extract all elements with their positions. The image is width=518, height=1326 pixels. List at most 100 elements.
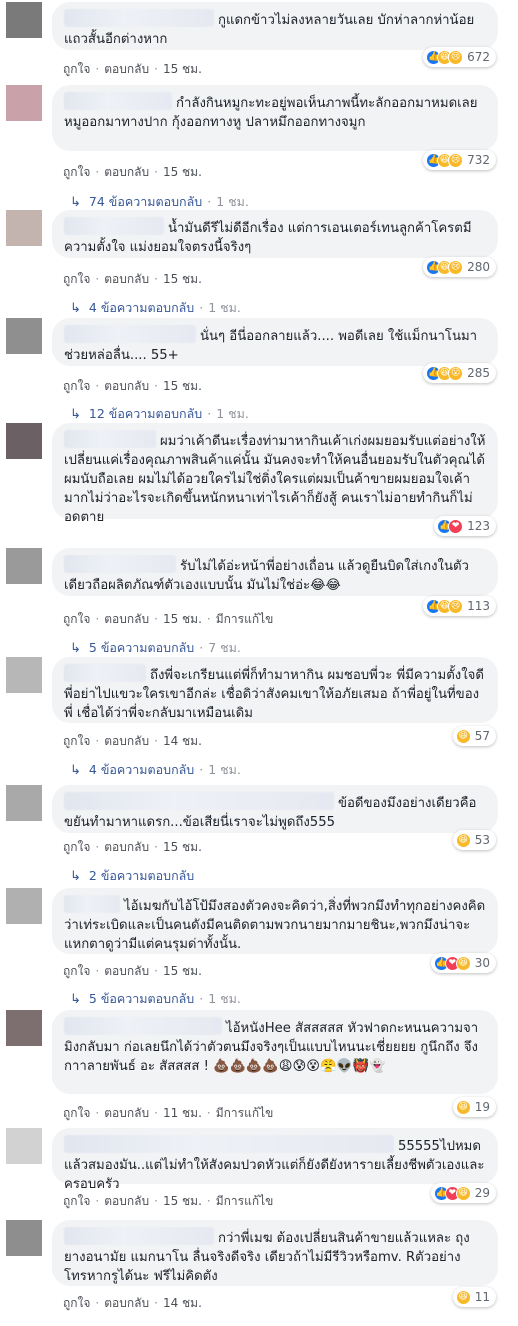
reaction-summary[interactable]: 👍 😆 😮 285: [423, 363, 496, 383]
blurred-author-name[interactable]: [64, 555, 176, 573]
separator: ·: [154, 734, 158, 748]
reaction-summary[interactable]: 😆 57: [452, 726, 496, 746]
view-replies-link[interactable]: ↳ 12 ข้อความตอบกลับ · 1 ชม.: [70, 404, 249, 424]
reply-link[interactable]: ตอบกลับ: [104, 62, 149, 76]
replies-count-label[interactable]: 74 ข้อความตอบกลับ: [89, 194, 202, 209]
avatar[interactable]: [6, 2, 42, 38]
reply-arrow-icon: ↳: [70, 641, 81, 656]
blurred-author-name[interactable]: [64, 895, 120, 913]
reply-link[interactable]: ตอบกลับ: [104, 1194, 149, 1208]
replies-count-label[interactable]: 5 ข้อความตอบกลับ: [89, 991, 194, 1006]
timestamp[interactable]: 15 ชม.: [163, 840, 202, 854]
reaction-summary[interactable]: 👍 😆 😢 280: [423, 257, 496, 277]
reply-arrow-icon: ↳: [70, 407, 81, 422]
replies-count-label[interactable]: 5 ข้อความตอบกลับ: [89, 640, 194, 655]
comment-bubble: น้ำมันดีรึไม่ดีอีกเรื่อง แต่การเอนเตอร์เ…: [52, 210, 498, 258]
reaction-summary[interactable]: 👍 ❤ 123: [434, 516, 496, 536]
replies-count-label[interactable]: 4 ข้อความตอบกลับ: [89, 300, 194, 315]
reply-link[interactable]: ตอบกลับ: [104, 734, 149, 748]
comment-actions: ถูกใจ · ตอบกลับ · 15 ชม. · มีการแก้ไข: [63, 1192, 273, 1211]
comment-actions: ถูกใจ · ตอบกลับ · 15 ชม.: [63, 163, 202, 182]
avatar[interactable]: [6, 423, 42, 459]
timestamp[interactable]: 15 ชม.: [163, 1194, 202, 1208]
timestamp[interactable]: 15 ชม.: [163, 612, 202, 626]
like-link[interactable]: ถูกใจ: [63, 1106, 90, 1120]
blurred-author-name[interactable]: [64, 92, 172, 110]
separator: ·: [95, 1194, 100, 1208]
comment-text: ไอ้หนังHee สัสสสสส หัวฟาดกะหนนความจามิงก…: [64, 1017, 486, 1076]
view-replies-link[interactable]: ↳ 5 ข้อความตอบกลับ · 7 ชม.: [70, 638, 241, 658]
like-link[interactable]: ถูกใจ: [63, 734, 90, 748]
reaction-summary[interactable]: 😆 11: [452, 1287, 496, 1307]
reply-link[interactable]: ตอบกลับ: [104, 612, 149, 626]
like-link[interactable]: ถูกใจ: [63, 612, 90, 626]
blurred-author-name[interactable]: [64, 430, 156, 448]
timestamp[interactable]: 15 ชม.: [163, 165, 202, 179]
avatar[interactable]: [6, 785, 42, 821]
reply-link[interactable]: ตอบกลับ: [104, 165, 149, 179]
like-link[interactable]: ถูกใจ: [63, 1296, 90, 1310]
avatar[interactable]: [6, 1220, 42, 1256]
blurred-author-name[interactable]: [64, 217, 164, 235]
avatar[interactable]: [6, 85, 42, 121]
like-link[interactable]: ถูกใจ: [63, 840, 90, 854]
replies-count-label[interactable]: 12 ข้อความตอบกลับ: [89, 406, 202, 421]
replies-count-label[interactable]: 4 ข้อความตอบกลับ: [89, 762, 194, 777]
view-replies-link[interactable]: ↳ 4 ข้อความตอบกลับ · 1 ชม.: [70, 760, 241, 780]
reaction-summary[interactable]: 👍 ❤ 😆 30: [430, 953, 496, 973]
reaction-summary[interactable]: 😆 19: [452, 1097, 496, 1117]
reply-link[interactable]: ตอบกลับ: [104, 840, 149, 854]
blurred-author-name[interactable]: [64, 1135, 394, 1153]
like-link[interactable]: ถูกใจ: [63, 379, 90, 393]
edited-label[interactable]: มีการแก้ไข: [216, 1194, 274, 1208]
avatar[interactable]: [6, 1010, 42, 1046]
view-replies-link[interactable]: ↳ 4 ข้อความตอบกลับ · 1 ชม.: [70, 298, 241, 318]
blurred-author-name[interactable]: [64, 9, 214, 27]
separator: ·: [154, 840, 158, 854]
blurred-author-name[interactable]: [64, 792, 334, 810]
reply-link[interactable]: ตอบกลับ: [104, 1296, 149, 1310]
blurred-author-name[interactable]: [64, 1227, 214, 1245]
timestamp[interactable]: 15 ชม.: [163, 272, 202, 286]
blurred-author-name[interactable]: [64, 664, 146, 682]
timestamp[interactable]: 14 ชม.: [163, 734, 202, 748]
view-replies-link[interactable]: ↳ 2 ข้อความตอบกลับ: [70, 866, 194, 886]
reaction-count: 732: [467, 153, 490, 167]
reaction-summary[interactable]: 👍 ❤ 😆 29: [430, 1183, 496, 1203]
reply-link[interactable]: ตอบกลับ: [104, 1106, 149, 1120]
timestamp[interactable]: 15 ชม.: [163, 964, 202, 978]
reaction-summary[interactable]: 👍 😆 😢 113: [423, 596, 496, 616]
reply-link[interactable]: ตอบกลับ: [104, 272, 149, 286]
separator: ·: [154, 379, 158, 393]
like-link[interactable]: ถูกใจ: [63, 165, 90, 179]
reply-link[interactable]: ตอบกลับ: [104, 964, 149, 978]
avatar[interactable]: [6, 548, 42, 584]
separator: ·: [154, 1194, 158, 1208]
reaction-summary[interactable]: 👍 😆 😢 732: [423, 150, 496, 170]
like-link[interactable]: ถูกใจ: [63, 964, 90, 978]
timestamp[interactable]: 11 ชม.: [163, 1106, 202, 1120]
timestamp[interactable]: 14 ชม.: [163, 1296, 202, 1310]
separator: ·: [154, 1106, 158, 1120]
like-link[interactable]: ถูกใจ: [63, 1194, 90, 1208]
avatar[interactable]: [6, 888, 42, 924]
timestamp[interactable]: 15 ชม.: [163, 379, 202, 393]
blurred-author-name[interactable]: [64, 325, 196, 343]
like-link[interactable]: ถูกใจ: [63, 62, 90, 76]
view-replies-link[interactable]: ↳ 5 ข้อความตอบกลับ · 1 ชม.: [70, 989, 241, 1009]
avatar[interactable]: [6, 210, 42, 246]
like-link[interactable]: ถูกใจ: [63, 272, 90, 286]
reaction-summary[interactable]: 😆 53: [452, 830, 496, 850]
avatar[interactable]: [6, 1128, 42, 1164]
avatar[interactable]: [6, 318, 42, 354]
timestamp[interactable]: 15 ชม.: [163, 62, 202, 76]
edited-label[interactable]: มีการแก้ไข: [216, 1106, 274, 1120]
reaction-summary[interactable]: 👍 😆 😢 672: [423, 47, 496, 67]
reply-link[interactable]: ตอบกลับ: [104, 379, 149, 393]
reply-arrow-icon: ↳: [70, 195, 81, 210]
replies-count-label[interactable]: 2 ข้อความตอบกลับ: [89, 868, 194, 883]
avatar[interactable]: [6, 657, 42, 693]
view-replies-link[interactable]: ↳ 74 ข้อความตอบกลับ · 1 ชม.: [70, 192, 249, 212]
edited-label[interactable]: มีการแก้ไข: [216, 612, 274, 626]
blurred-author-name[interactable]: [64, 1017, 222, 1035]
